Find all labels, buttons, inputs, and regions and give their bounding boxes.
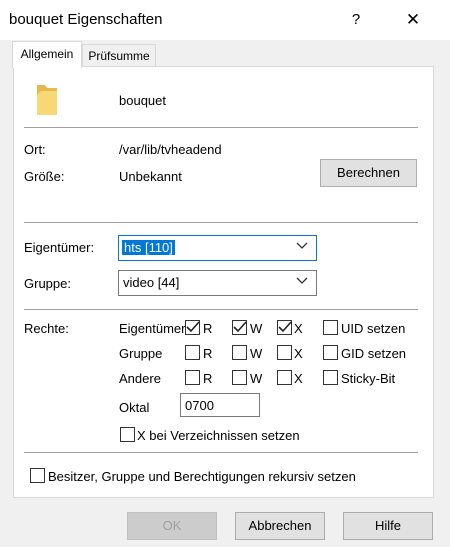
octal-label: Oktal	[119, 400, 150, 415]
ok-button[interactable]: OK	[127, 512, 217, 540]
special-bit-label: Sticky-Bit	[341, 371, 396, 386]
read-label: R	[203, 346, 213, 361]
execute-checkbox-gruppe[interactable]	[277, 345, 292, 360]
write-label: W	[250, 346, 263, 361]
help-button[interactable]: ?	[343, 8, 369, 32]
divider	[24, 452, 418, 453]
execute-label: X	[294, 321, 303, 336]
group-select[interactable]: video [44]	[118, 270, 317, 296]
special-bit-label: UID setzen	[341, 321, 406, 336]
read-label: R	[203, 371, 213, 386]
size-label: Größe:	[24, 169, 65, 184]
perm-row-label: Eigentümer	[119, 321, 186, 336]
help-footer-button[interactable]: Hilfe	[343, 512, 433, 540]
group-label: Gruppe:	[24, 276, 71, 291]
owner-label: Eigentümer:	[24, 240, 95, 255]
ort-label: Ort:	[24, 142, 46, 157]
owner-select-value: hts [110]	[122, 240, 175, 255]
tab-allgemein[interactable]: Allgemein	[12, 41, 82, 68]
divider	[24, 127, 418, 128]
write-checkbox-eigentümer[interactable]	[232, 320, 247, 335]
window-title: bouquet Eigenschaften	[9, 11, 163, 28]
perm-row-label: Andere	[119, 371, 161, 386]
write-checkbox-andere[interactable]	[232, 370, 247, 385]
read-checkbox-andere[interactable]	[185, 370, 200, 385]
close-icon[interactable]: ✕	[398, 8, 428, 32]
chevron-down-icon	[296, 273, 308, 287]
folder-icon	[35, 82, 59, 118]
execute-label: X	[294, 346, 303, 361]
owner-select[interactable]: hts [110]	[118, 235, 317, 261]
calculate-button[interactable]: Berechnen	[320, 159, 417, 187]
group-select-value: video [44]	[123, 275, 180, 290]
divider	[24, 222, 418, 223]
octal-value: 0700	[185, 398, 214, 413]
read-label: R	[203, 321, 213, 336]
dir-x-label: X bei Verzeichnissen setzen	[137, 428, 300, 443]
special-bit-checkbox[interactable]	[323, 345, 338, 360]
perm-row-label: Gruppe	[119, 346, 163, 361]
special-bit-checkbox[interactable]	[323, 370, 338, 385]
read-checkbox-gruppe[interactable]	[185, 345, 200, 360]
execute-label: X	[294, 371, 303, 386]
tab-pruefsumme[interactable]: Prüfsumme	[82, 44, 156, 67]
special-bit-label: GID setzen	[341, 346, 407, 361]
size-value: Unbekannt	[119, 169, 182, 184]
execute-checkbox-andere[interactable]	[277, 370, 292, 385]
dir-x-checkbox[interactable]	[120, 427, 135, 442]
rights-label: Rechte:	[24, 321, 69, 336]
divider	[24, 309, 418, 310]
recursive-label: Besitzer, Gruppe und Berechtigungen reku…	[48, 469, 356, 484]
recursive-checkbox[interactable]	[30, 468, 45, 483]
write-label: W	[250, 321, 263, 336]
execute-checkbox-eigentümer[interactable]	[277, 320, 292, 335]
folder-name: bouquet	[119, 93, 166, 108]
ort-value: /var/lib/tvheadend	[119, 142, 222, 157]
write-label: W	[250, 371, 263, 386]
octal-input[interactable]: 0700	[180, 393, 260, 417]
write-checkbox-gruppe[interactable]	[232, 345, 247, 360]
cancel-button[interactable]: Abbrechen	[235, 512, 325, 540]
chevron-down-icon	[296, 238, 308, 252]
special-bit-checkbox[interactable]	[323, 320, 338, 335]
read-checkbox-eigentümer[interactable]	[185, 320, 200, 335]
